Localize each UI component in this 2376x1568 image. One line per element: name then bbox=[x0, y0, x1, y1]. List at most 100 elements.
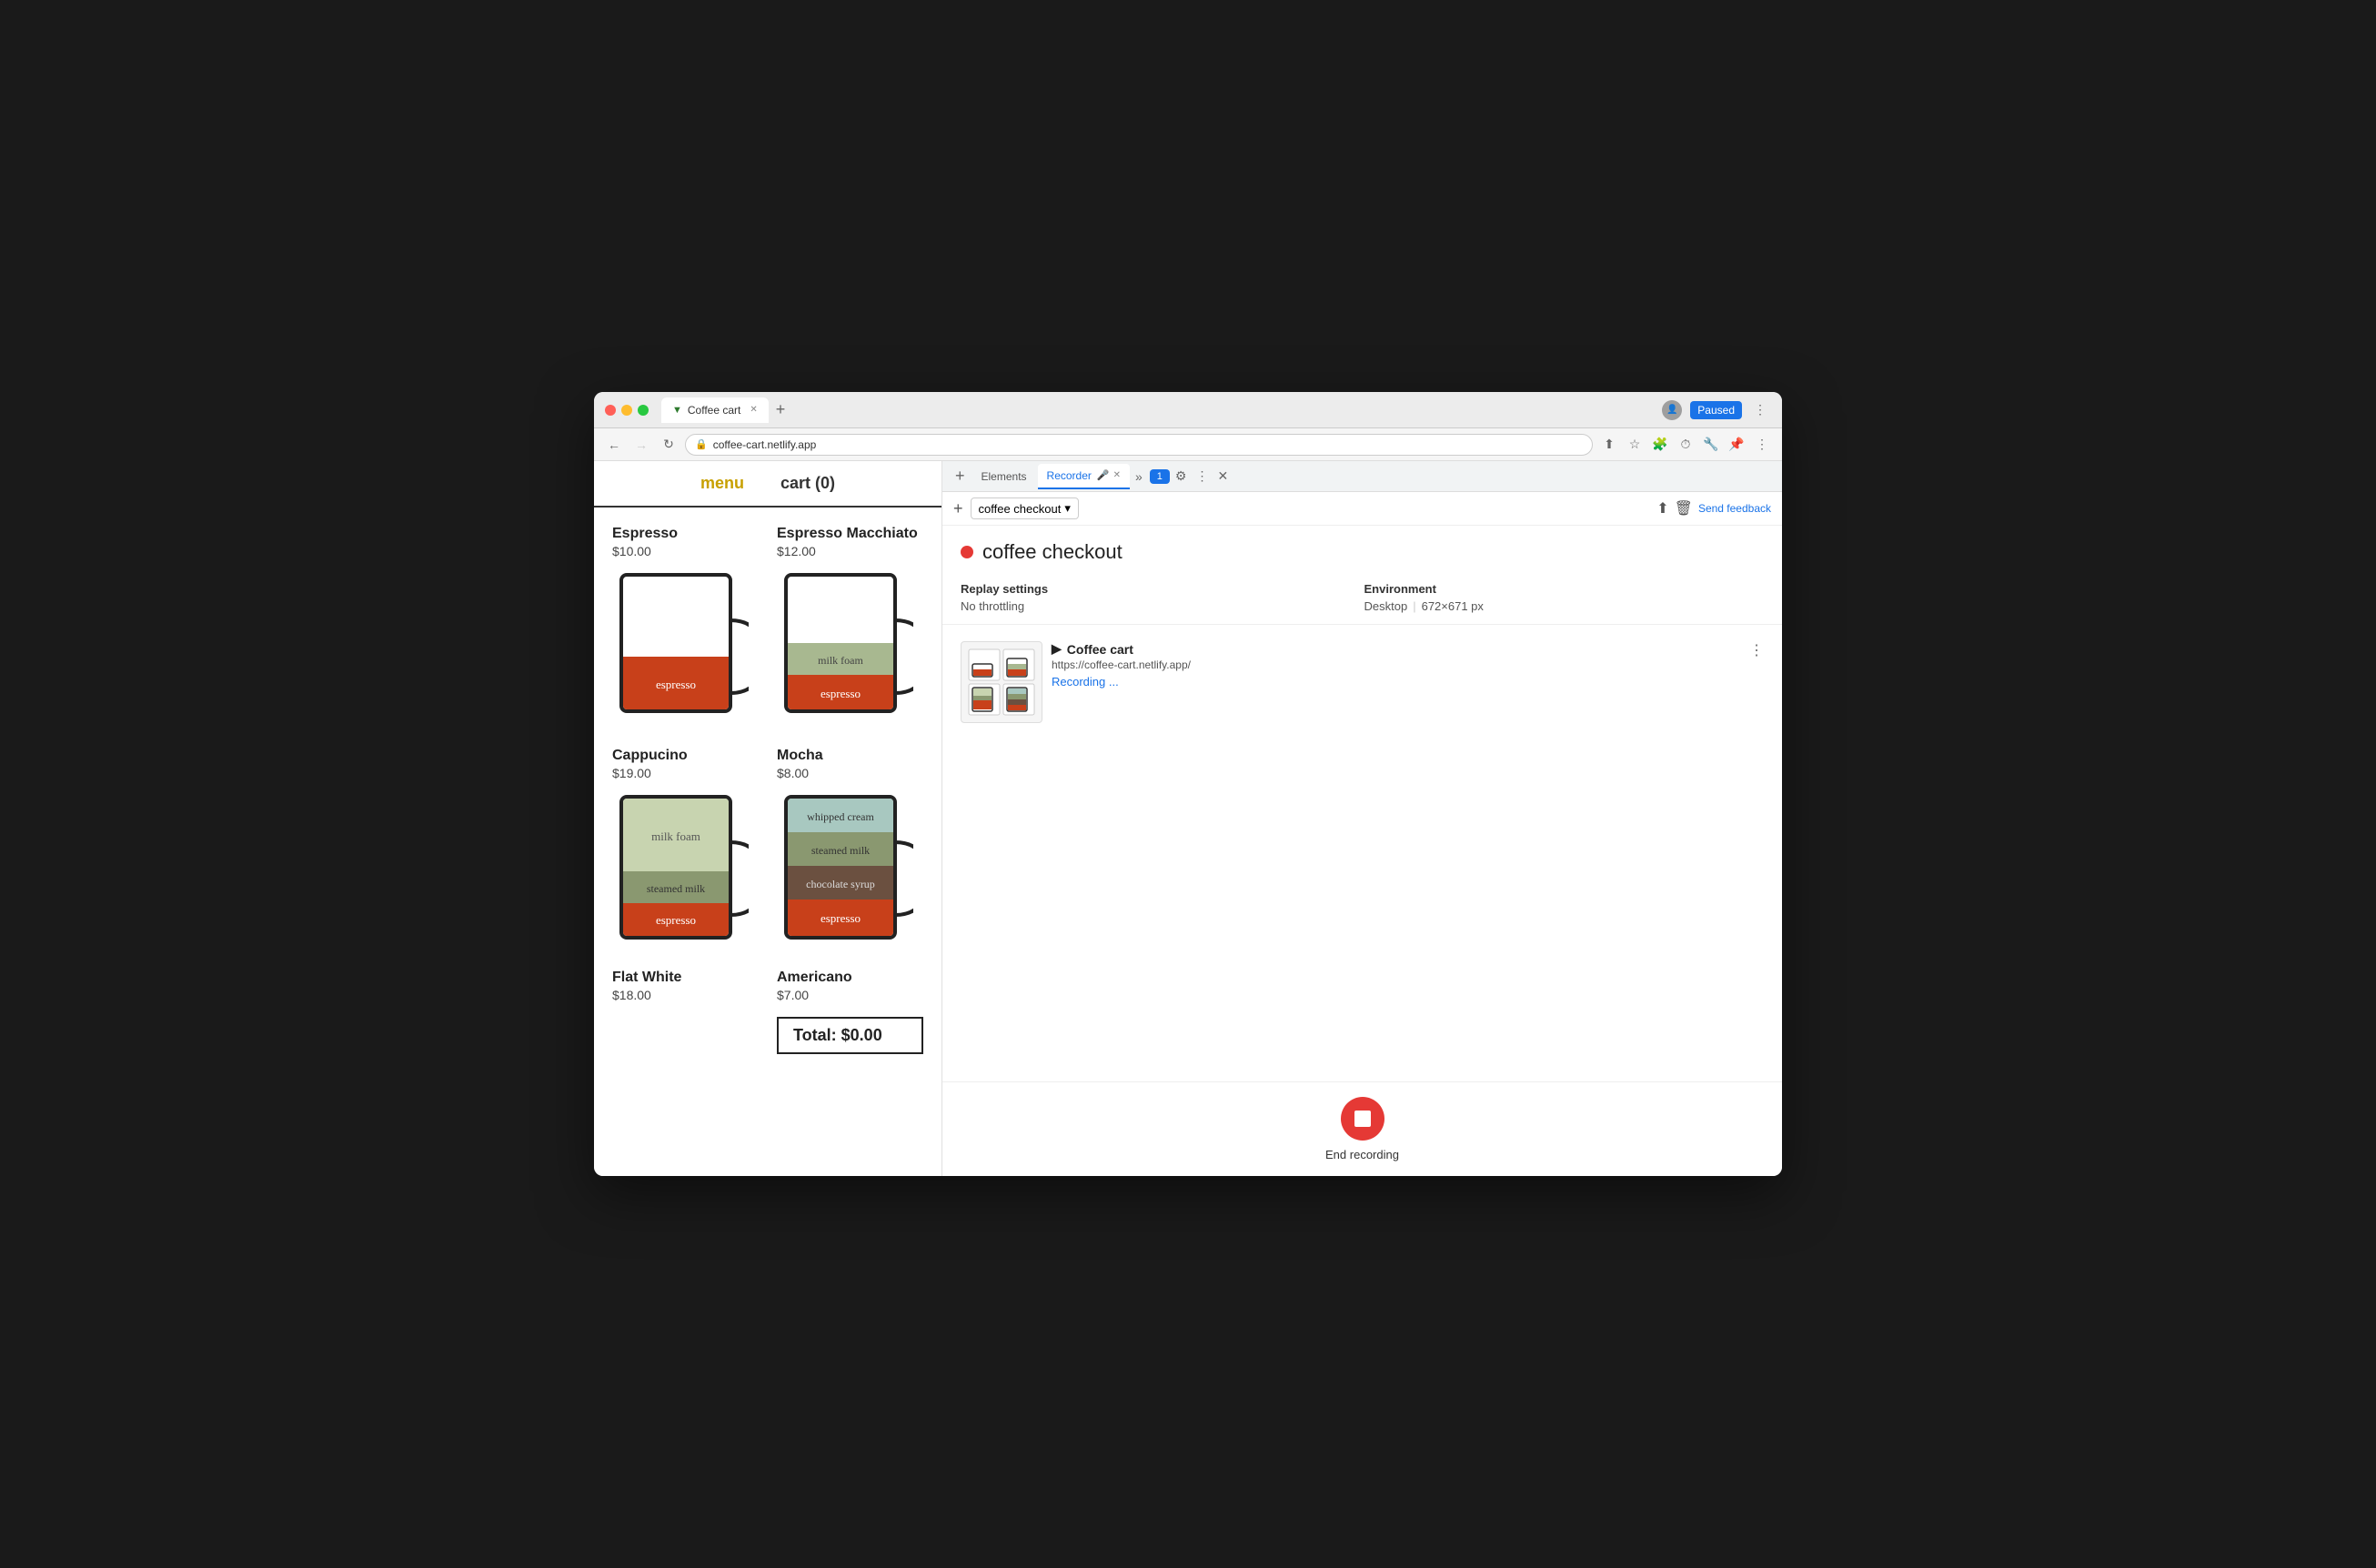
back-button[interactable]: ← bbox=[603, 434, 625, 456]
step-item-coffee-cart: ▶ Coffee cart https://coffee-cart.netlif… bbox=[961, 636, 1764, 729]
history-icon[interactable]: ⏱ bbox=[1675, 434, 1696, 456]
minimize-traffic-light[interactable] bbox=[621, 405, 632, 416]
coffee-name: Cappucino bbox=[612, 748, 688, 764]
americano-total-cell: Americano $7.00 Total: $0.00 bbox=[777, 970, 923, 1054]
devtools-panel: + Elements Recorder 🎤 ✕ » 1 ⚙ ⋮ ✕ bbox=[942, 461, 1782, 1176]
more-tools-icon[interactable]: ⋮ bbox=[1751, 434, 1773, 456]
devtools-tabs: + Elements Recorder 🎤 ✕ » 1 ⚙ ⋮ ✕ bbox=[942, 461, 1782, 492]
recorder-tab-close[interactable]: ✕ bbox=[1113, 470, 1121, 480]
tab-title: Coffee cart bbox=[688, 404, 740, 417]
coffee-name: Americano bbox=[777, 970, 852, 986]
coffee-item-macchiato[interactable]: Espresso Macchiato $12.00 milk foam bbox=[777, 526, 923, 729]
no-throttling-value: No throttling bbox=[961, 599, 1361, 613]
chevron-down-icon: ▾ bbox=[1064, 501, 1071, 516]
tab-bar: ▼ Coffee cart ✕ + bbox=[661, 397, 1654, 423]
url-text: coffee-cart.netlify.app bbox=[713, 438, 817, 451]
toolbar-actions: ⬆ ☆ 🧩 ⏱ 🔧 📌 ⋮ bbox=[1598, 434, 1773, 456]
svg-text:chocolate syrup: chocolate syrup bbox=[806, 878, 875, 890]
coffee-item-americano[interactable]: Americano $7.00 bbox=[777, 970, 923, 1010]
bookmark-icon[interactable]: ☆ bbox=[1624, 434, 1646, 456]
recording-dot bbox=[961, 546, 973, 558]
coffee-grid: Espresso $10.00 bbox=[594, 508, 941, 1072]
svg-text:milk foam: milk foam bbox=[651, 829, 700, 843]
coffee-cup-cappucino: milk foam steamed milk espresso bbox=[612, 788, 749, 951]
send-feedback-link[interactable]: Send feedback bbox=[1698, 502, 1771, 515]
steps-section: ▶ Coffee cart https://coffee-cart.netlif… bbox=[942, 625, 1782, 739]
svg-text:espresso: espresso bbox=[821, 687, 861, 700]
recording-title: coffee checkout bbox=[982, 540, 1123, 564]
step-more-button[interactable]: ⋮ bbox=[1749, 641, 1764, 659]
tab-overflow-button[interactable]: » bbox=[1132, 469, 1146, 484]
svg-text:espresso: espresso bbox=[821, 911, 861, 925]
svg-text:steamed milk: steamed milk bbox=[647, 882, 705, 895]
svg-text:steamed milk: steamed milk bbox=[811, 844, 870, 857]
svg-text:milk foam: milk foam bbox=[818, 654, 863, 667]
devtools-more-button[interactable]: ⋮ bbox=[1192, 468, 1212, 484]
coffee-item-flatwhite[interactable]: Flat White $18.00 bbox=[612, 970, 759, 1054]
reload-button[interactable]: ↻ bbox=[658, 434, 680, 456]
cart-link[interactable]: cart (0) bbox=[780, 474, 835, 493]
step-title[interactable]: ▶ Coffee cart bbox=[1052, 641, 1740, 657]
step-url: https://coffee-cart.netlify.app/ bbox=[1052, 658, 1740, 671]
devtools-chat-button[interactable]: 1 bbox=[1150, 469, 1170, 484]
coffee-cup-mocha: whipped cream steamed milk chocolate syr… bbox=[777, 788, 913, 951]
profile-icon[interactable]: 👤 bbox=[1661, 399, 1683, 421]
tab-recorder[interactable]: Recorder 🎤 ✕ bbox=[1038, 464, 1130, 489]
browser-content: menu cart (0) Espresso $10.00 bbox=[594, 461, 1782, 1176]
paused-label: Paused bbox=[1697, 404, 1735, 417]
coffee-cup-espresso: espresso bbox=[612, 566, 749, 729]
step-info: ▶ Coffee cart https://coffee-cart.netlif… bbox=[1052, 641, 1740, 689]
devtools-settings-button[interactable]: ⚙ bbox=[1172, 468, 1191, 484]
extensions2-icon[interactable]: 🔧 bbox=[1700, 434, 1722, 456]
devtools-footer: End recording bbox=[942, 1081, 1782, 1176]
coffee-price: $8.00 bbox=[777, 766, 809, 780]
devtools-body: coffee checkout Replay settings Environm… bbox=[942, 526, 1782, 1081]
devtools-close-button[interactable]: ✕ bbox=[1213, 468, 1232, 484]
coffee-price: $10.00 bbox=[612, 544, 651, 558]
recorder-add-button[interactable]: + bbox=[953, 499, 963, 518]
end-recording-button[interactable] bbox=[1341, 1097, 1384, 1141]
close-traffic-light[interactable] bbox=[605, 405, 616, 416]
step-screenshot bbox=[961, 641, 1042, 723]
extensions-icon[interactable]: 🧩 bbox=[1649, 434, 1671, 456]
recorder-export-button[interactable]: ⬆ bbox=[1656, 499, 1668, 518]
coffee-item-espresso[interactable]: Espresso $10.00 bbox=[612, 526, 759, 729]
maximize-traffic-light[interactable] bbox=[638, 405, 649, 416]
devtools-add-button[interactable]: + bbox=[950, 467, 971, 486]
recorder-dropdown[interactable]: coffee checkout ▾ bbox=[971, 498, 1079, 519]
new-tab-button[interactable]: + bbox=[772, 400, 790, 419]
share-icon[interactable]: ⬆ bbox=[1598, 434, 1620, 456]
step-chevron-icon: ▶ bbox=[1052, 641, 1062, 657]
tab-close-btn[interactable]: ✕ bbox=[750, 405, 757, 415]
recording-header: coffee checkout bbox=[942, 526, 1782, 571]
app-nav: menu cart (0) bbox=[594, 461, 941, 508]
coffee-item-mocha[interactable]: Mocha $8.00 whipped cream bbox=[777, 748, 923, 951]
environment-label: Environment bbox=[1364, 582, 1765, 596]
menu-link[interactable]: menu bbox=[700, 474, 744, 493]
tab-favicon: ▼ bbox=[672, 405, 682, 416]
svg-text:espresso: espresso bbox=[656, 913, 696, 927]
end-recording-label: End recording bbox=[1325, 1148, 1399, 1161]
total-text: Total: $0.00 bbox=[793, 1026, 882, 1044]
coffee-price: $18.00 bbox=[612, 988, 651, 1002]
tab-elements[interactable]: Elements bbox=[972, 464, 1036, 489]
replay-settings-section: Replay settings Environment No throttlin… bbox=[942, 571, 1782, 625]
svg-text:espresso: espresso bbox=[656, 678, 696, 691]
coffee-cup-macchiato: milk foam espresso bbox=[777, 566, 913, 729]
browser-tab[interactable]: ▼ Coffee cart ✕ bbox=[661, 397, 769, 423]
coffee-item-cappucino[interactable]: Cappucino $19.00 milk foam bbox=[612, 748, 759, 951]
pin-icon[interactable]: 📌 bbox=[1726, 434, 1747, 456]
coffee-name: Mocha bbox=[777, 748, 823, 764]
recorder-dropdown-label: coffee checkout bbox=[979, 502, 1062, 516]
address-bar[interactable]: 🔒 coffee-cart.netlify.app bbox=[685, 434, 1593, 456]
recorder-delete-button[interactable]: 🗑 bbox=[1675, 499, 1693, 518]
forward-button[interactable]: → bbox=[630, 434, 652, 456]
chrome-menu-icon[interactable]: ⋮ bbox=[1749, 399, 1771, 421]
coffee-price: $7.00 bbox=[777, 988, 809, 1002]
traffic-lights bbox=[605, 405, 649, 416]
step-recording-status: Recording ... bbox=[1052, 675, 1740, 689]
coffee-name: Espresso Macchiato bbox=[777, 526, 918, 542]
coffee-name: Espresso bbox=[612, 526, 678, 542]
paused-button[interactable]: Paused bbox=[1690, 401, 1742, 419]
replay-settings-label: Replay settings bbox=[961, 582, 1361, 596]
